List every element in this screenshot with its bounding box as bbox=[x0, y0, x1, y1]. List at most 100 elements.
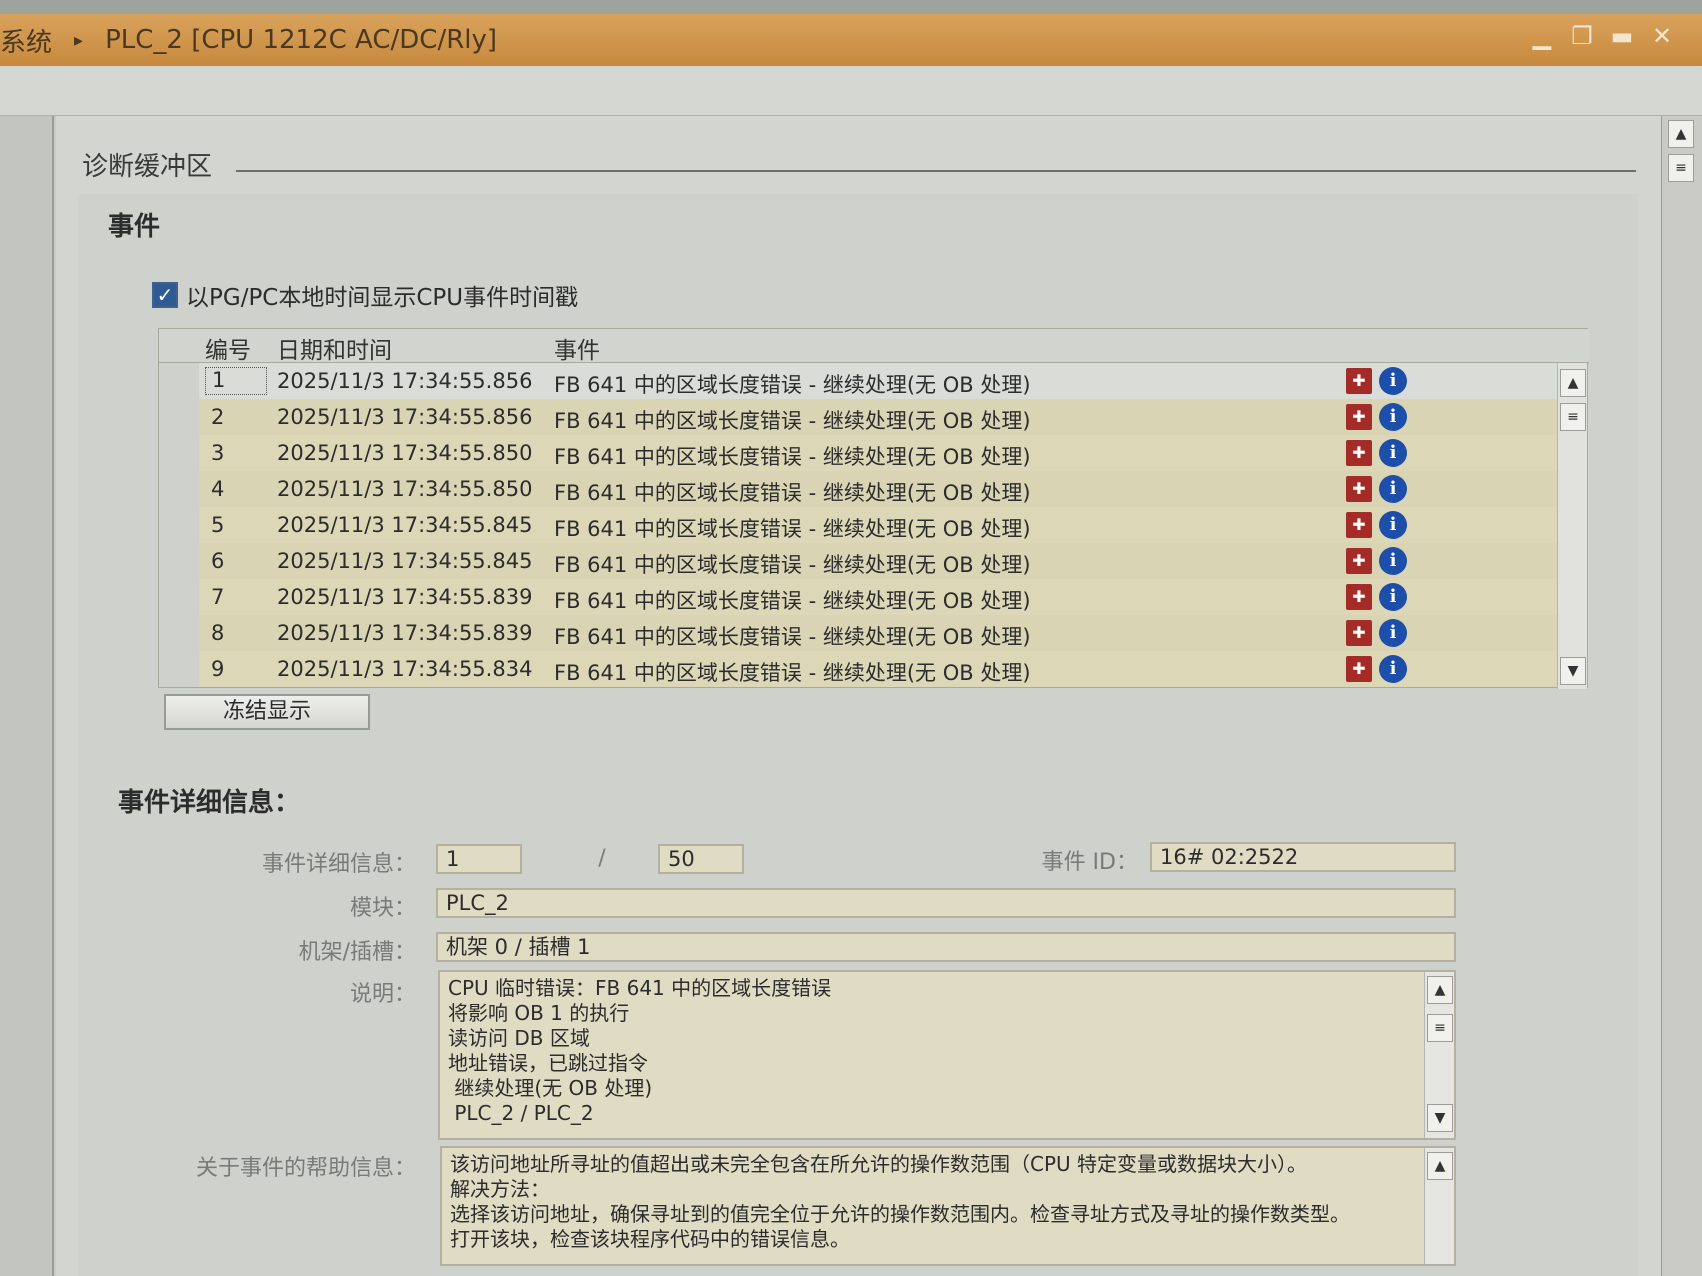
scroll-thumb[interactable]: ≡ bbox=[1427, 1014, 1453, 1042]
scroll-up-icon[interactable]: ▲ bbox=[1560, 369, 1586, 397]
help-scrollbar[interactable]: ▲ bbox=[1424, 1148, 1454, 1264]
info-icon[interactable]: i bbox=[1379, 547, 1407, 575]
cell-num: 7 bbox=[211, 585, 225, 609]
module-label: 模块： bbox=[349, 896, 416, 921]
event-details-heading: 事件详细信息： bbox=[118, 788, 301, 818]
wrench-error-icon: ✚ bbox=[1346, 548, 1372, 574]
panel-scroll-thumb[interactable]: ≡ bbox=[1668, 154, 1694, 182]
table-row[interactable]: 4 2025/11/3 17:34:55.850 FB 641 中的区域长度错误… bbox=[159, 471, 1559, 507]
cell-datetime: 2025/11/3 17:34:55.845 bbox=[277, 513, 533, 537]
maximize-icon[interactable]: ▬ bbox=[1610, 24, 1634, 48]
description-line: PLC_2 / PLC_2 bbox=[448, 1101, 594, 1125]
events-heading: 事件 bbox=[108, 212, 161, 242]
cell-event: FB 641 中的区域长度错误 - 继续处理(无 OB 处理) bbox=[554, 481, 1031, 505]
row-gutter bbox=[159, 651, 199, 687]
description-line: 地址错误，已跳过指令 bbox=[448, 1051, 648, 1075]
help-line: 选择该访问地址，确保寻址到的值完全位于允许的操作数范围内。检查寻址方式及寻址的操… bbox=[450, 1202, 1350, 1226]
column-header-event[interactable]: 事件 bbox=[554, 331, 600, 365]
cell-num: 3 bbox=[211, 441, 225, 465]
wrench-error-icon: ✚ bbox=[1346, 476, 1372, 502]
table-row[interactable]: 2 2025/11/3 17:34:55.856 FB 641 中的区域长度错误… bbox=[159, 399, 1559, 435]
close-icon[interactable]: ✕ bbox=[1650, 24, 1674, 48]
row-gutter bbox=[159, 615, 199, 651]
local-time-option[interactable]: ✓ 以PG/PC本地时间显示CPU事件时间戳 bbox=[152, 278, 578, 312]
help-line: 解决方法： bbox=[450, 1177, 550, 1201]
column-header-num[interactable]: 编号 bbox=[205, 331, 251, 365]
section-divider bbox=[236, 170, 1636, 172]
cell-num: 9 bbox=[211, 657, 225, 681]
table-row[interactable]: 7 2025/11/3 17:34:55.839 FB 641 中的区域长度错误… bbox=[159, 579, 1559, 615]
info-icon[interactable]: i bbox=[1379, 475, 1407, 503]
info-icon[interactable]: i bbox=[1379, 583, 1407, 611]
cell-event: FB 641 中的区域长度错误 - 继续处理(无 OB 处理) bbox=[554, 661, 1031, 685]
table-row[interactable]: 9 2025/11/3 17:34:55.834 FB 641 中的区域长度错误… bbox=[159, 651, 1559, 687]
wrench-error-icon: ✚ bbox=[1346, 620, 1372, 646]
row-gutter bbox=[159, 471, 199, 507]
help-line: 该访问地址所寻址的值超出或未完全包含在所允许的操作数范围（CPU 特定变量或数据… bbox=[450, 1152, 1308, 1176]
cell-num: 5 bbox=[211, 513, 225, 537]
breadcrumb-root[interactable]: 系统 bbox=[0, 22, 52, 59]
right-strip: ▲ ≡ bbox=[1661, 116, 1702, 1276]
row-gutter bbox=[159, 435, 199, 471]
cell-datetime: 2025/11/3 17:34:55.839 bbox=[277, 585, 533, 609]
title-bar: 系统 ▸ PLC_2 [CPU 1212C AC/DC/Rly] ▁ ❐ ▬ ✕ bbox=[0, 14, 1702, 66]
module-field: PLC_2 bbox=[436, 888, 1456, 918]
description-scrollbar[interactable]: ▲ ≡ ▼ bbox=[1424, 972, 1454, 1138]
breadcrumb-device: PLC_2 [CPU 1212C AC/DC/Rly] bbox=[105, 25, 498, 55]
freeze-display-button[interactable]: 冻结显示 bbox=[164, 694, 370, 730]
table-header: 编号 日期和时间 事件 bbox=[159, 329, 1589, 365]
table-row[interactable]: 5 2025/11/3 17:34:55.845 FB 641 中的区域长度错误… bbox=[159, 507, 1559, 543]
event-id-field: 16# 02:2522 bbox=[1150, 842, 1456, 872]
event-index-field[interactable]: 1 bbox=[436, 844, 522, 874]
wrench-error-icon: ✚ bbox=[1346, 584, 1372, 610]
local-time-label: 以PG/PC本地时间显示CPU事件时间戳 bbox=[186, 285, 579, 311]
cell-datetime: 2025/11/3 17:34:55.834 bbox=[277, 657, 533, 681]
cell-event: FB 641 中的区域长度错误 - 继续处理(无 OB 处理) bbox=[554, 373, 1031, 397]
scroll-up-icon[interactable]: ▲ bbox=[1427, 1152, 1453, 1180]
info-icon[interactable]: i bbox=[1379, 511, 1407, 539]
cell-num: 1 bbox=[205, 367, 267, 395]
restore-icon[interactable]: ❐ bbox=[1570, 24, 1594, 48]
table-scrollbar[interactable]: ▲ ≡ ▼ bbox=[1557, 363, 1587, 689]
cell-num: 8 bbox=[211, 621, 225, 645]
column-header-datetime[interactable]: 日期和时间 bbox=[277, 331, 392, 365]
table-row[interactable]: 8 2025/11/3 17:34:55.839 FB 641 中的区域长度错误… bbox=[159, 615, 1559, 651]
row-gutter bbox=[159, 579, 199, 615]
cell-num: 6 bbox=[211, 549, 225, 573]
help-line: 打开该块，检查该块程序代码中的错误信息。 bbox=[450, 1227, 850, 1251]
cell-event: FB 641 中的区域长度错误 - 继续处理(无 OB 处理) bbox=[554, 445, 1031, 469]
row-gutter bbox=[159, 363, 199, 399]
wrench-error-icon: ✚ bbox=[1346, 512, 1372, 538]
cell-event: FB 641 中的区域长度错误 - 继续处理(无 OB 处理) bbox=[554, 409, 1031, 433]
info-icon[interactable]: i bbox=[1379, 367, 1407, 395]
scroll-up-icon[interactable]: ▲ bbox=[1427, 976, 1453, 1004]
event-detail-label: 事件详细信息： bbox=[261, 852, 416, 877]
table-row[interactable]: 6 2025/11/3 17:34:55.845 FB 641 中的区域长度错误… bbox=[159, 543, 1559, 579]
table-row[interactable]: 1 2025/11/3 17:34:55.856 FB 641 中的区域长度错误… bbox=[159, 363, 1559, 399]
minimize-icon[interactable]: ▁ bbox=[1530, 24, 1554, 48]
toolbar-strip bbox=[0, 66, 1702, 116]
description-line: 继续处理(无 OB 处理) bbox=[448, 1076, 653, 1100]
scroll-down-icon[interactable]: ▼ bbox=[1560, 657, 1586, 685]
cell-datetime: 2025/11/3 17:34:55.850 bbox=[277, 441, 533, 465]
table-row[interactable]: 3 2025/11/3 17:34:55.850 FB 641 中的区域长度错误… bbox=[159, 435, 1559, 471]
info-icon[interactable]: i bbox=[1379, 439, 1407, 467]
scroll-down-icon[interactable]: ▼ bbox=[1427, 1104, 1453, 1132]
cell-datetime: 2025/11/3 17:34:55.839 bbox=[277, 621, 533, 645]
local-time-checkbox[interactable]: ✓ bbox=[152, 282, 178, 308]
scroll-thumb[interactable]: ≡ bbox=[1560, 403, 1586, 431]
row-gutter bbox=[159, 399, 199, 435]
events-group: 事件 ✓ 以PG/PC本地时间显示CPU事件时间戳 编号 日期和时间 事件 1 … bbox=[78, 194, 1638, 1276]
description-text[interactable]: CPU 临时错误：FB 641 中的区域长度错误 将影响 OB 1 的执行 读访… bbox=[438, 970, 1456, 1140]
info-icon[interactable]: i bbox=[1379, 619, 1407, 647]
panel-scroll-up-icon[interactable]: ▲ bbox=[1668, 120, 1694, 148]
info-icon[interactable]: i bbox=[1379, 403, 1407, 431]
help-text[interactable]: 该访问地址所寻址的值超出或未完全包含在所允许的操作数范围（CPU 特定变量或数据… bbox=[440, 1146, 1456, 1266]
description-label: 说明： bbox=[349, 982, 416, 1007]
description-line: CPU 临时错误：FB 641 中的区域长度错误 bbox=[448, 976, 832, 1000]
cell-event: FB 641 中的区域长度错误 - 继续处理(无 OB 处理) bbox=[554, 553, 1031, 577]
info-icon[interactable]: i bbox=[1379, 655, 1407, 683]
breadcrumb-separator-icon: ▸ bbox=[74, 29, 84, 51]
table-body: 1 2025/11/3 17:34:55.856 FB 641 中的区域长度错误… bbox=[159, 363, 1559, 687]
cell-datetime: 2025/11/3 17:34:55.850 bbox=[277, 477, 533, 501]
